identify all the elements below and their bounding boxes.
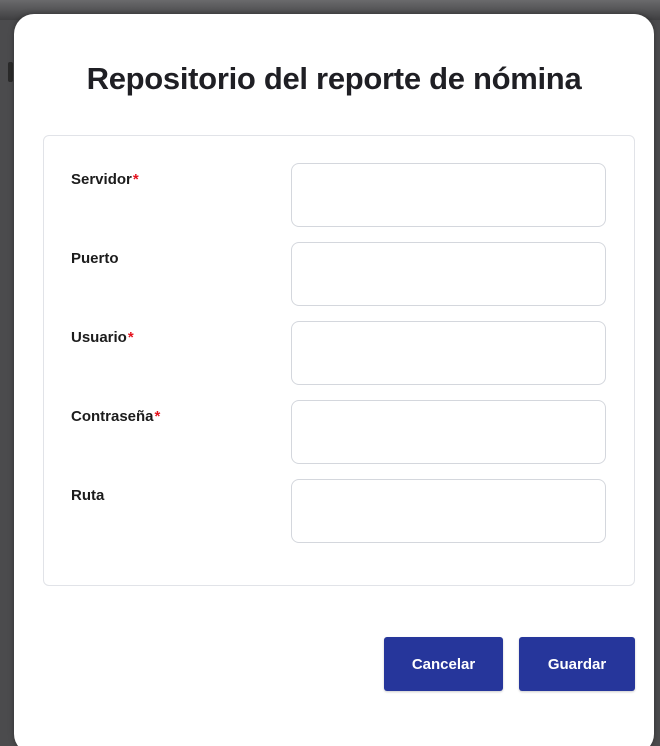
password-input[interactable] bbox=[291, 400, 606, 464]
field-label-ruta: Ruta bbox=[71, 487, 104, 504]
field-label-usuario: Usuario* bbox=[71, 329, 134, 346]
save-button[interactable]: Guardar bbox=[519, 637, 635, 691]
label-text: Contraseña bbox=[71, 408, 154, 425]
form-row-ruta: Ruta bbox=[44, 479, 634, 545]
required-marker: * bbox=[132, 171, 139, 188]
backdrop-edge-mark bbox=[8, 62, 13, 82]
ruta-input[interactable] bbox=[291, 479, 606, 543]
label-text: Usuario bbox=[71, 329, 127, 346]
label-text: Puerto bbox=[71, 250, 119, 267]
field-label-contrasena: Contraseña* bbox=[71, 408, 160, 425]
label-text: Servidor bbox=[71, 171, 132, 188]
form-row-servidor: Servidor* bbox=[44, 163, 634, 229]
form-row-usuario: Usuario* bbox=[44, 321, 634, 387]
puerto-input[interactable] bbox=[291, 242, 606, 306]
label-text: Ruta bbox=[71, 487, 105, 504]
field-label-puerto: Puerto bbox=[71, 250, 119, 267]
form-row-contrasena: Contraseña* bbox=[44, 400, 634, 466]
modal-dialog: Repositorio del reporte de nómina Servid… bbox=[14, 14, 654, 746]
form-row-puerto: Puerto bbox=[44, 242, 634, 308]
usuario-input[interactable] bbox=[291, 321, 606, 385]
dialog-title: Repositorio del reporte de nómina bbox=[86, 61, 582, 96]
form-card: Servidor* Puerto Usuario* Contraseña* Ru… bbox=[43, 135, 635, 586]
cancel-button[interactable]: Cancelar bbox=[384, 637, 503, 691]
field-label-servidor: Servidor* bbox=[71, 171, 139, 188]
required-marker: * bbox=[154, 408, 161, 425]
required-marker: * bbox=[127, 329, 134, 346]
servidor-input[interactable] bbox=[291, 163, 606, 227]
